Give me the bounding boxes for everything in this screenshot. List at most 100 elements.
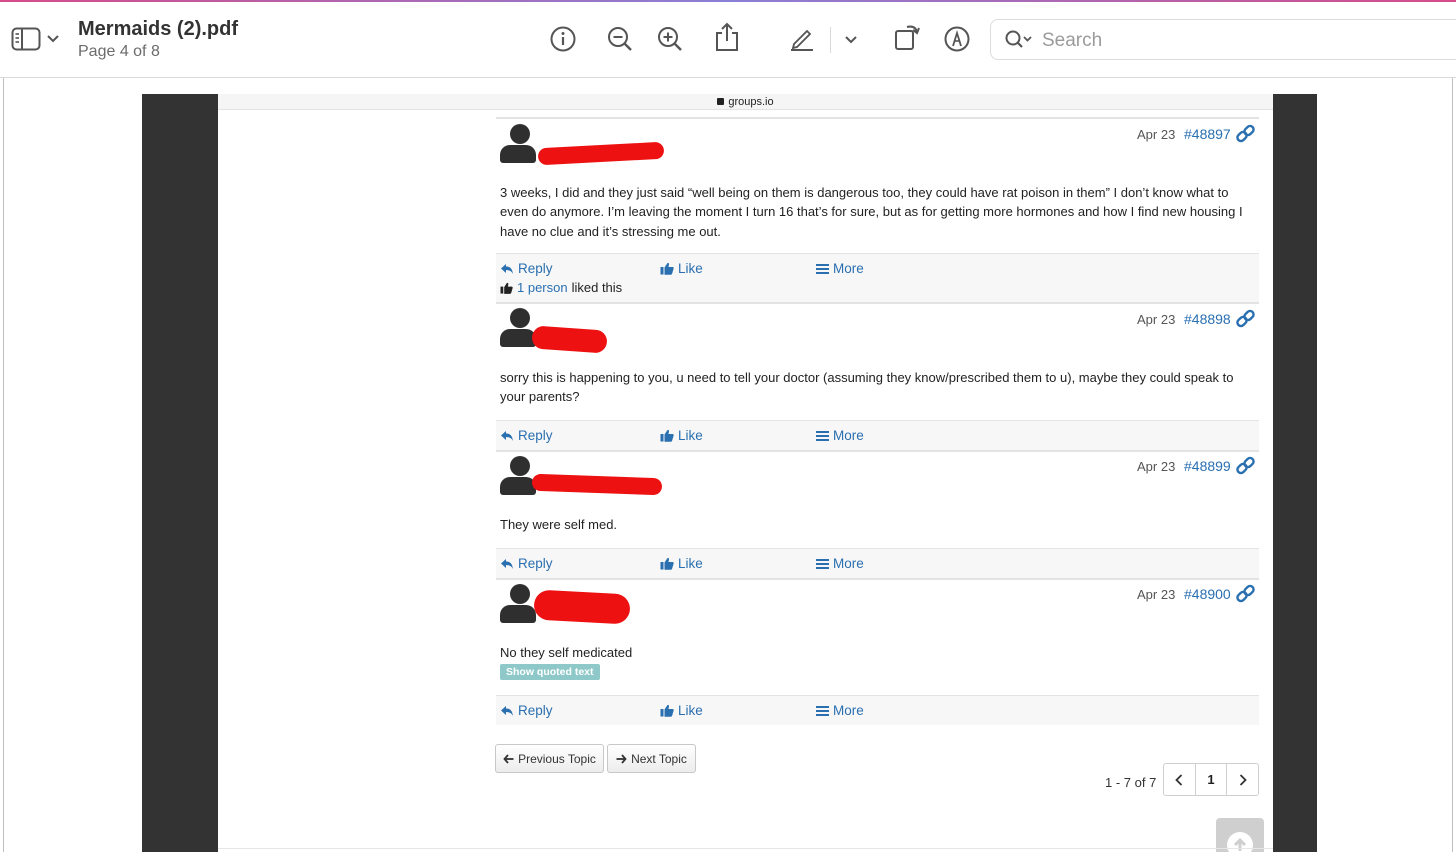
more-button[interactable]: More (816, 556, 864, 571)
thumbs-up-icon (500, 282, 513, 294)
reply-icon (501, 705, 513, 716)
more-label: More (833, 428, 864, 443)
preview-toolbar: Mermaids (2).pdf Page 4 of 8 Search (0, 0, 1456, 78)
message-body: They were self med. (500, 517, 618, 532)
previous-page-button[interactable] (1164, 764, 1196, 795)
reply-label: Reply (518, 428, 553, 443)
markup-pen-icon[interactable] (788, 24, 816, 52)
message-date: Apr 23 (1137, 587, 1176, 602)
chevron-down-icon[interactable] (46, 33, 60, 45)
lock-icon (717, 98, 725, 105)
toolbar-divider (830, 27, 831, 53)
message-divider (496, 302, 1259, 304)
thumbs-up-icon (660, 557, 674, 570)
redacted-author-name (537, 141, 665, 166)
liked-count-link[interactable]: 1 person (517, 280, 568, 295)
avatar (500, 308, 536, 350)
permalink-icon[interactable] (1236, 584, 1256, 609)
markup-options-chevron-icon[interactable] (844, 34, 858, 46)
more-label: More (833, 703, 864, 718)
zoom-in-icon[interactable] (656, 25, 684, 53)
reply-icon (501, 558, 513, 569)
reply-button[interactable]: Reply (500, 556, 553, 571)
thumbs-up-icon (660, 262, 674, 275)
avatar (500, 124, 536, 166)
message-divider (496, 117, 1259, 119)
next-topic-button[interactable]: Next Topic (607, 744, 696, 773)
permalink-icon[interactable] (1236, 456, 1256, 481)
message-date: Apr 23 (1137, 312, 1176, 327)
reply-button[interactable]: Reply (500, 703, 553, 718)
more-button[interactable]: More (816, 703, 864, 718)
show-quoted-text-button[interactable]: Show quoted text (500, 664, 600, 680)
like-label: Like (678, 261, 703, 276)
document-title: Mermaids (2).pdf (78, 18, 239, 40)
zoom-out-icon[interactable] (606, 25, 634, 53)
reply-label: Reply (518, 703, 553, 718)
message-date: Apr 23 (1137, 459, 1176, 474)
message-body: No they self medicated (500, 645, 633, 660)
arrow-left-icon (503, 753, 514, 764)
message-actions: Reply Like More (496, 695, 1259, 725)
menu-icon (816, 263, 829, 274)
redacted-author-name (531, 325, 608, 354)
next-page-button[interactable] (1227, 764, 1258, 795)
chevron-right-icon (1239, 773, 1247, 786)
menu-icon (816, 705, 829, 716)
like-button[interactable]: Like (660, 556, 703, 571)
message-actions: Reply Like More 1 person liked this (496, 253, 1259, 302)
reply-icon (501, 430, 513, 441)
more-label: More (833, 556, 864, 571)
like-label: Like (678, 428, 703, 443)
message-48900: Apr 23 #48900 No they self medicated Sho… (496, 578, 1259, 725)
previous-topic-button[interactable]: Previous Topic (495, 744, 604, 773)
message-number-link[interactable]: #48900 (1184, 586, 1231, 602)
menu-icon (816, 558, 829, 569)
window-accent-line (0, 0, 1456, 2)
redacted-author-name (533, 589, 631, 625)
like-button[interactable]: Like (660, 261, 703, 276)
share-icon[interactable] (713, 22, 741, 52)
like-label: Like (678, 556, 703, 571)
liked-suffix: liked this (571, 280, 623, 295)
arrow-right-icon (616, 753, 627, 764)
rotate-icon[interactable] (892, 22, 922, 52)
message-48899: Apr 23 #48899 They were self med. Reply … (496, 450, 1259, 578)
annotate-icon[interactable] (943, 25, 971, 53)
message-date: Apr 23 (1137, 127, 1176, 142)
more-label: More (833, 261, 864, 276)
current-page-button[interactable]: 1 (1196, 764, 1228, 795)
reply-button[interactable]: Reply (500, 428, 553, 443)
viewport-border-left (3, 78, 4, 852)
permalink-icon[interactable] (1236, 124, 1256, 149)
permalink-icon[interactable] (1236, 309, 1256, 334)
screenshot-margin-left (142, 94, 218, 852)
message-number-link[interactable]: #48897 (1184, 126, 1231, 142)
info-icon[interactable] (549, 25, 577, 53)
message-divider (496, 578, 1259, 580)
url-text: groups.io (728, 96, 774, 108)
message-48898: Apr 23 #48898 sorry this is happening to… (496, 302, 1259, 450)
search-field[interactable]: Search (990, 19, 1456, 60)
thumbs-up-icon (660, 429, 674, 442)
reply-icon (501, 263, 513, 274)
menu-icon (816, 430, 829, 441)
next-topic-label: Next Topic (631, 751, 687, 766)
browser-url-bar: groups.io (218, 94, 1273, 110)
message-actions: Reply Like More (496, 420, 1259, 450)
sidebar-toggle-icon[interactable] (10, 26, 42, 52)
message-number-link[interactable]: #48899 (1184, 458, 1231, 474)
scroll-to-top-button[interactable] (1216, 818, 1264, 858)
page-bottom-divider (218, 848, 1273, 849)
arrow-up-icon (1227, 832, 1253, 858)
avatar (500, 584, 536, 626)
reply-button[interactable]: Reply (500, 261, 553, 276)
like-button[interactable]: Like (660, 428, 703, 443)
reply-label: Reply (518, 261, 553, 276)
more-button[interactable]: More (816, 261, 864, 276)
like-button[interactable]: Like (660, 703, 703, 718)
more-button[interactable]: More (816, 428, 864, 443)
message-number-link[interactable]: #48898 (1184, 311, 1231, 327)
previous-topic-label: Previous Topic (518, 751, 596, 766)
result-count: 1 - 7 of 7 (1105, 775, 1157, 790)
